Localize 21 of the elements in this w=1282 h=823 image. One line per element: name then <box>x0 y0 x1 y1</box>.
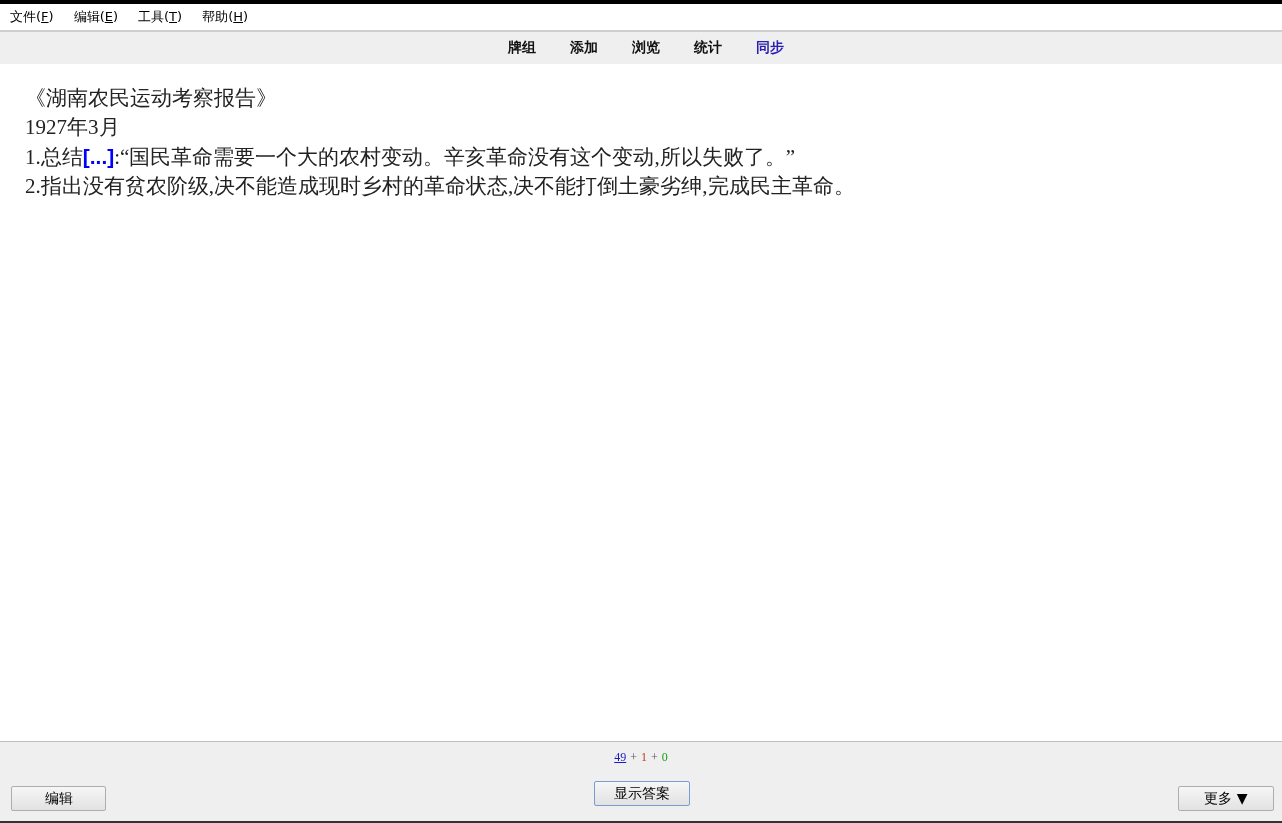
menu-item[interactable]: 文件(F) <box>10 8 54 26</box>
menu-item[interactable]: 帮助(H) <box>202 8 249 26</box>
toolbar-link[interactable]: 牌组 <box>508 39 536 57</box>
card-text: 2.指出没有贫农阶级,决不能造成现时乡村的革命状态,决不能打倒土豪劣绅,完成民主革命。 <box>25 173 856 200</box>
card-text: 1.总结[...]:“国民革命需要一个大的农村变动。辛亥革命没有这个变动,所以失败了。” <box>25 144 796 171</box>
card-text: 《湖南农民运动考察报告》 <box>25 85 278 112</box>
new-count[interactable]: 49 <box>614 750 627 768</box>
more-button[interactable]: 更多 ▼ <box>1178 786 1274 811</box>
plus-sign: + <box>630 750 637 766</box>
card-text: 1927年3月 <box>25 114 121 141</box>
plus-sign: + <box>651 750 658 766</box>
menu-item[interactable]: 编辑(E) <box>73 8 118 26</box>
review-count: 0 <box>661 750 668 766</box>
toolbar-link[interactable]: 统计 <box>694 39 722 57</box>
edit-button[interactable]: 编辑 <box>11 786 106 811</box>
toolbar-link[interactable]: 同步 <box>756 39 784 57</box>
menu-item[interactable]: 工具(T) <box>138 8 183 26</box>
learning-count: 1 <box>641 750 647 766</box>
toolbar-link[interactable]: 浏览 <box>632 39 660 57</box>
toolbar-link[interactable]: 添加 <box>570 39 598 57</box>
show-answer-button[interactable]: 显示答案 <box>594 781 690 806</box>
